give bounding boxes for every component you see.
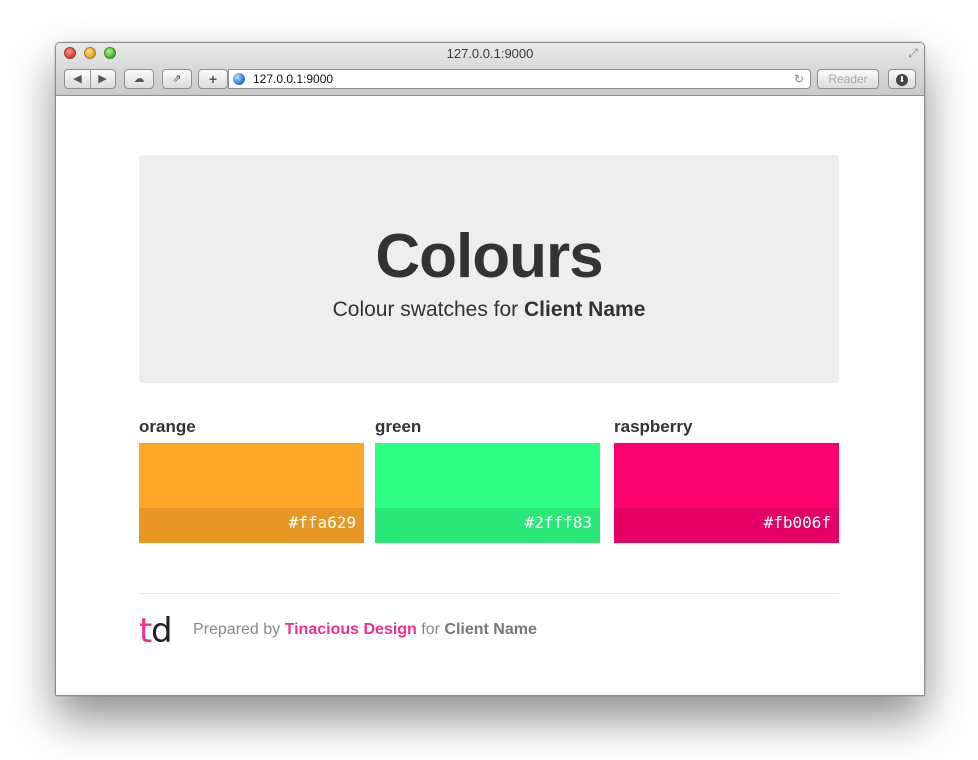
footer-for: for	[421, 621, 440, 638]
nav-divider	[90, 70, 91, 88]
reload-icon[interactable]: ↻	[794, 72, 804, 86]
subtitle-prefix: Colour swatches for	[332, 298, 519, 321]
page-subtitle: Colour swatches for Client Name	[139, 298, 839, 322]
cloud-icon: ☁	[133, 73, 145, 85]
browser-toolbar: 127.0.0.1:9000 ⤢ ◀ ▶ ☁ ⇗ + 127.0.0.1:9000…	[56, 43, 924, 96]
swatch-name: green	[375, 417, 422, 436]
footer-divider	[139, 593, 839, 594]
subtitle-client: Client Name	[524, 298, 646, 321]
back-forward-group: ◀ ▶	[64, 69, 116, 89]
forward-icon[interactable]: ▶	[90, 70, 115, 88]
swatch-hex-code: #fb006f	[614, 508, 839, 543]
add-bookmark-button[interactable]: +	[198, 69, 228, 89]
swatch-green: green #2fff83	[375, 415, 600, 543]
footer-client: Client Name	[444, 621, 537, 638]
swatch-raspberry: raspberry #fb006f	[614, 415, 839, 543]
logo-letter-d: d	[151, 611, 173, 651]
share-button[interactable]: ⇗	[162, 69, 192, 89]
swatch-hex-code: #2fff83	[375, 508, 600, 543]
page-content: Colours Colour swatches for Client Name …	[56, 96, 924, 695]
swatch-color-box: #2fff83	[375, 443, 600, 543]
share-icon: ⇗	[172, 73, 182, 85]
td-logo: t d	[139, 611, 179, 651]
footer-prepared-by: Prepared by	[193, 621, 281, 638]
address-bar[interactable]: 127.0.0.1:9000 ↻	[228, 69, 811, 89]
globe-icon	[233, 73, 245, 85]
downloads-button[interactable]: ⬇	[888, 69, 916, 89]
swatch-name: raspberry	[614, 417, 693, 436]
window-title: 127.0.0.1:9000	[446, 46, 534, 61]
back-icon[interactable]: ◀	[65, 70, 90, 88]
url-text: 127.0.0.1:9000	[253, 72, 334, 86]
swatch-color-box: #ffa629	[139, 443, 364, 543]
fullscreen-icon[interactable]: ⤢	[906, 46, 920, 60]
browser-window: 127.0.0.1:9000 ⤢ ◀ ▶ ☁ ⇗ + 127.0.0.1:9000…	[55, 42, 925, 696]
page-title: Colours	[375, 222, 603, 291]
reader-button[interactable]: Reader	[817, 69, 879, 89]
hero-banner: Colours Colour swatches for Client Name	[139, 155, 839, 383]
download-icon: ⬇	[896, 74, 908, 86]
footer-credit: Prepared by Tinacious Design for Client …	[193, 621, 537, 639]
swatch-color-box: #fb006f	[614, 443, 839, 543]
icloud-tabs-button[interactable]: ☁	[124, 69, 154, 89]
swatch-hex-code: #ffa629	[139, 508, 364, 543]
footer-brand-link[interactable]: Tinacious Design	[285, 621, 417, 638]
swatch-name: orange	[139, 417, 196, 436]
swatch-orange: orange #ffa629	[139, 415, 364, 543]
